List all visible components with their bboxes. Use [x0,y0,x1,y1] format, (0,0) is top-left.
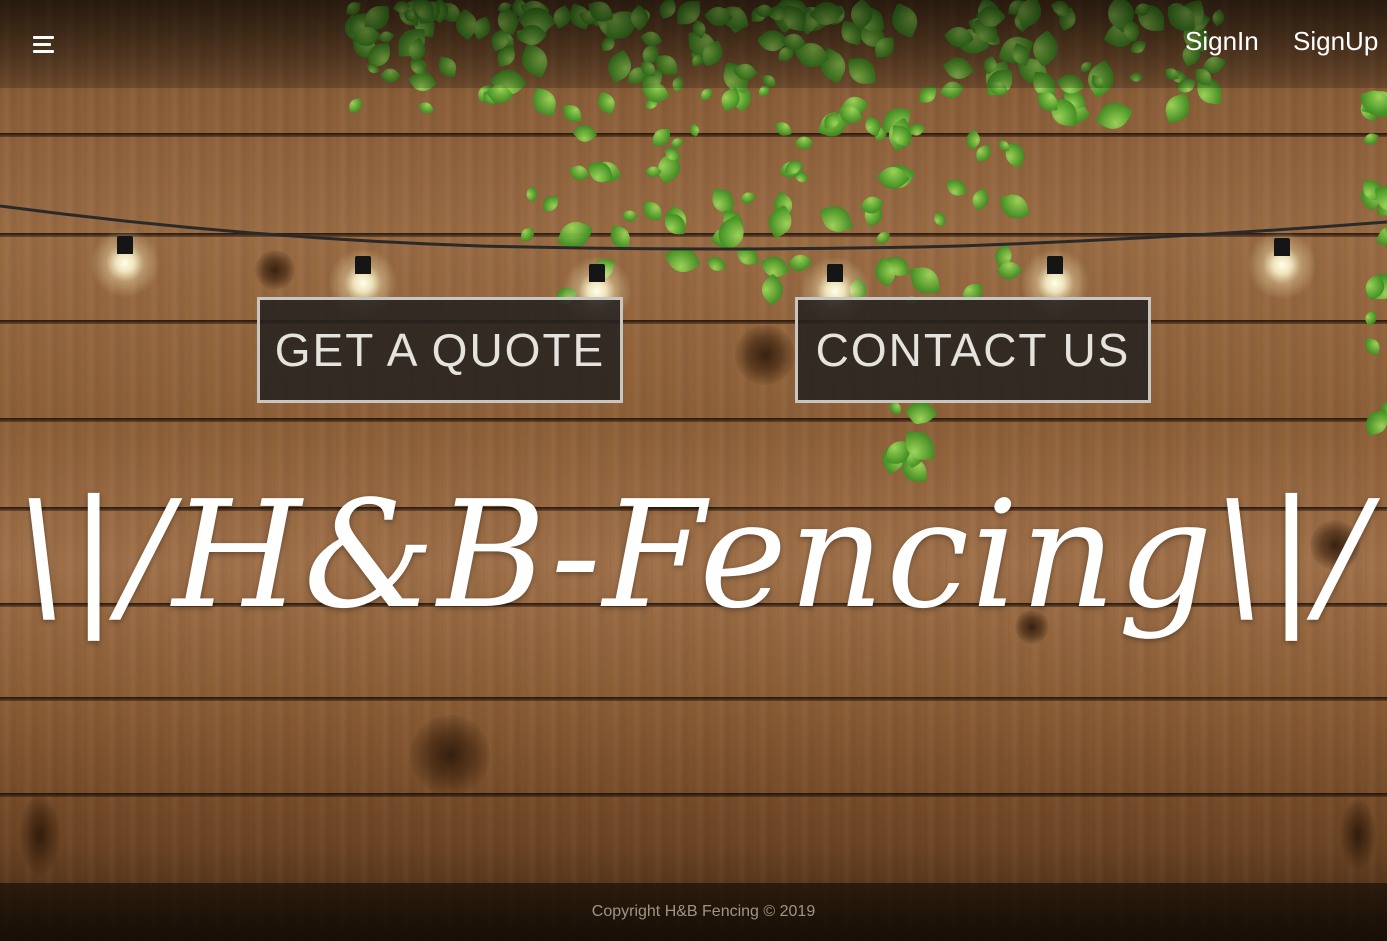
brand-logo-text: \|/H&B-Fencing\|/ [16,469,1371,641]
plank-seam [0,793,1387,797]
signin-link[interactable]: SignIn [1185,26,1259,57]
plank-seam [0,418,1387,422]
hamburger-menu-icon[interactable] [30,33,56,55]
wood-knot [410,715,490,795]
light-bulb-socket [355,256,371,274]
light-bulb-socket [589,264,605,282]
signup-link[interactable]: SignUp [1293,26,1378,57]
plank-seam [0,697,1387,701]
wood-knot [735,325,795,385]
page: SignIn SignUp GET A QUOTE CONTACT US \|/… [0,0,1387,941]
wood-knot [20,795,60,875]
light-bulb-socket [1274,238,1290,256]
light-bulb-socket [1047,256,1063,274]
top-nav-bar: SignIn SignUp [0,0,1387,88]
light-bulb-socket [117,236,133,254]
get-a-quote-button[interactable]: GET A QUOTE [257,297,623,403]
plank-seam [0,320,1387,324]
wood-knot [1340,800,1376,870]
copyright-text: Copyright H&B Fencing © 2019 [591,903,816,920]
contact-us-button[interactable]: CONTACT US [795,297,1151,403]
light-bulb-socket [827,264,843,282]
